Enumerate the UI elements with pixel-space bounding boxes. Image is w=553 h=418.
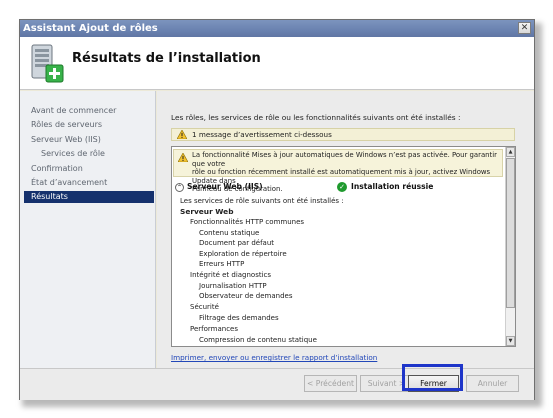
wizard-steps-sidebar: Avant de commencer Rôles de serveurs Ser…	[20, 91, 156, 368]
sidebar-item-avant-de-commencer[interactable]: Avant de commencer	[31, 106, 116, 115]
tree-group: Intégrité et diagnostics	[190, 271, 272, 279]
window-title: Assistant Ajout de rôles	[23, 23, 158, 34]
tree-item: Compression de contenu statique	[199, 336, 317, 344]
tree-item: Filtrage des demandes	[199, 314, 279, 322]
tree-group: Fonctionnalités HTTP communes	[190, 218, 305, 226]
sidebar-item-serveur-web[interactable]: Serveur Web (IIS)	[31, 135, 101, 144]
close-window-button[interactable]: ✕	[518, 22, 531, 34]
wizard-window: Assistant Ajout de rôles ✕ Résultats de …	[19, 19, 535, 400]
results-scrollbar[interactable]: ▲ ▼	[505, 147, 515, 346]
tree-item: Erreurs HTTP	[199, 260, 245, 268]
sidebar-item-services-de-role[interactable]: Services de rôle	[41, 149, 105, 158]
warning-summary-bar: 1 message d’avertissement ci-dessous	[171, 128, 515, 141]
tree-item: Exploration de répertoire	[199, 250, 287, 258]
tree-item: Document par défaut	[199, 239, 275, 247]
tree-item: Contenu statique	[199, 229, 260, 237]
warning-message-box: La fonctionnalité Mises à jour automatiq…	[173, 149, 503, 193]
wizard-header: Résultats de l’installation	[20, 37, 534, 90]
sidebar-item-roles-de-serveurs[interactable]: Rôles de serveurs	[31, 120, 102, 129]
warning-line: La fonctionnalité Mises à jour automatiq…	[192, 151, 497, 168]
report-link[interactable]: Imprimer, envoyer ou enregistrer le rapp…	[171, 353, 377, 362]
tree-intro: Les services de rôle suivants ont été in…	[180, 197, 344, 205]
close-button-highlight	[402, 364, 463, 391]
collapse-chevron-icon[interactable]: ⌃	[175, 183, 184, 192]
sidebar-item-resultats[interactable]: Résultats	[24, 191, 154, 203]
tree-root: Serveur Web	[180, 207, 234, 216]
warning-icon	[177, 130, 187, 139]
results-panel[interactable]: La fonctionnalité Mises à jour automatiq…	[171, 146, 516, 347]
success-check-icon: ✓	[337, 182, 347, 192]
scrollbar-thumb[interactable]	[506, 158, 515, 308]
cancel-button[interactable]: Annuler	[466, 375, 519, 392]
scroll-up-arrow-icon[interactable]: ▲	[506, 147, 515, 157]
title-bar[interactable]: Assistant Ajout de rôles ✕	[20, 20, 534, 37]
tree-group: Performances	[190, 325, 239, 333]
scroll-down-arrow-icon[interactable]: ▼	[506, 336, 515, 346]
sidebar-item-etat-avancement[interactable]: État d’avancement	[31, 178, 107, 187]
page-title: Résultats de l’installation	[72, 51, 261, 66]
tree-group: Sécurité	[190, 303, 219, 311]
previous-button[interactable]: < Précédent	[304, 375, 357, 392]
tree-item: Journalisation HTTP	[199, 282, 267, 290]
intro-text: Les rôles, les services de rôle ou les f…	[171, 113, 461, 122]
warning-summary-text: 1 message d’avertissement ci-dessous	[192, 130, 332, 139]
role-name: Serveur Web (IIS)	[187, 182, 263, 191]
server-add-icon	[31, 44, 64, 83]
role-status-text: Installation réussie	[351, 182, 434, 191]
warning-icon	[178, 153, 188, 162]
sidebar-item-confirmation[interactable]: Confirmation	[31, 164, 83, 173]
tree-item: Observateur de demandes	[199, 292, 293, 300]
main-content: Les rôles, les services de rôle ou les f…	[157, 91, 534, 368]
